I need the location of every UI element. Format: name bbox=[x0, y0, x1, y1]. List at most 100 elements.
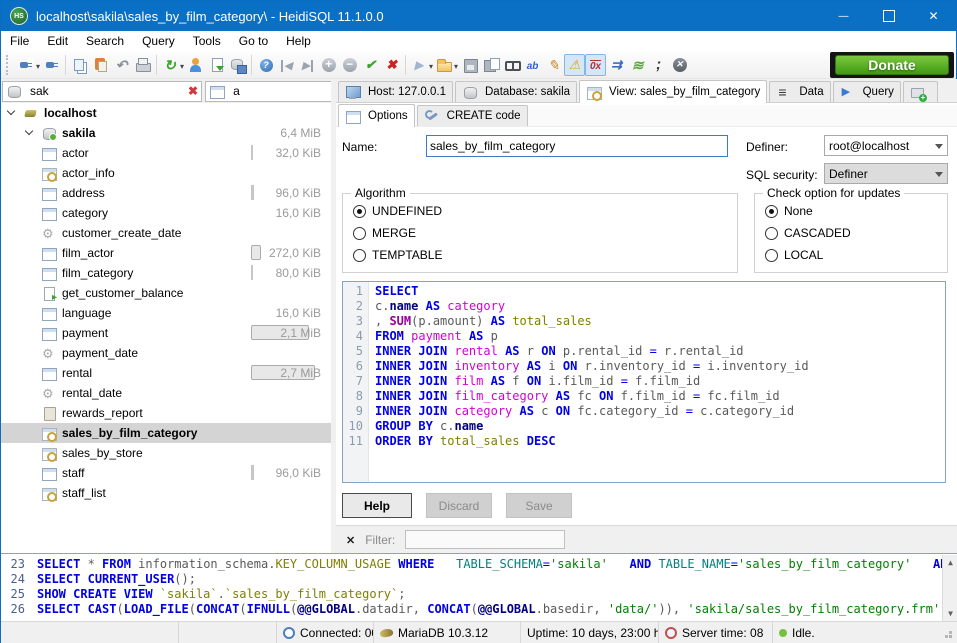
radio-icon[interactable] bbox=[353, 205, 366, 218]
scroll-up-icon[interactable] bbox=[943, 555, 957, 570]
tree-item-language[interactable]: language16,0 KiB bbox=[1, 303, 331, 323]
resize-grip[interactable] bbox=[949, 635, 952, 638]
view-name-input[interactable] bbox=[426, 135, 728, 157]
tab-view-sales-by-film-category[interactable]: View: sales_by_film_category bbox=[579, 80, 767, 103]
radio-local[interactable]: LOCAL bbox=[765, 244, 947, 266]
save-as-icon[interactable] bbox=[480, 54, 501, 76]
open-file-icon[interactable] bbox=[434, 54, 459, 76]
copy-icon[interactable] bbox=[69, 54, 90, 76]
maximize-button[interactable] bbox=[866, 1, 911, 31]
stop-icon[interactable] bbox=[669, 54, 690, 76]
find-icon[interactable] bbox=[501, 54, 522, 76]
tree-item-address[interactable]: address96,0 KiB bbox=[1, 183, 331, 203]
donate-button[interactable]: Donate bbox=[835, 55, 949, 75]
tree-item-payment[interactable]: payment2,1 MiB bbox=[1, 323, 331, 343]
radio-icon[interactable] bbox=[765, 249, 778, 262]
tree-item-rewards-report[interactable]: rewards_report bbox=[1, 403, 331, 423]
tree-item-staff-list[interactable]: staff_list bbox=[1, 483, 331, 503]
radio-merge[interactable]: MERGE bbox=[353, 222, 737, 244]
save-button[interactable]: Save bbox=[506, 493, 572, 518]
go-first-icon[interactable] bbox=[276, 54, 297, 76]
sync-database-icon[interactable] bbox=[227, 54, 248, 76]
tree-item-category[interactable]: category16,0 KiB bbox=[1, 203, 331, 223]
sql-editor[interactable]: 1SELECT2c.name AS category3, SUM(p.amoun… bbox=[342, 281, 946, 483]
radio-cascaded[interactable]: CASCADED bbox=[765, 222, 947, 244]
tree-item-sales-by-store[interactable]: sales_by_store bbox=[1, 443, 331, 463]
dropdown-arrow-icon[interactable] bbox=[453, 56, 458, 74]
tree-item-customer-create-date[interactable]: customer_create_date bbox=[1, 223, 331, 243]
close-filter-icon[interactable] bbox=[346, 533, 355, 547]
tree-item-rental-date[interactable]: rental_date bbox=[1, 383, 331, 403]
tab-database-sakila[interactable]: Database: sakila bbox=[455, 81, 577, 102]
dropdown-arrow-icon[interactable] bbox=[35, 56, 40, 74]
radio-icon[interactable] bbox=[353, 249, 366, 262]
menu-help[interactable]: Help bbox=[277, 31, 320, 51]
menu-go-to[interactable]: Go to bbox=[230, 31, 277, 51]
chevron-expanded-icon[interactable] bbox=[7, 107, 15, 115]
radio-icon[interactable] bbox=[353, 227, 366, 240]
menu-tools[interactable]: Tools bbox=[184, 31, 230, 51]
radio-icon[interactable] bbox=[765, 227, 778, 240]
radio-none[interactable]: None bbox=[765, 200, 947, 222]
menu-query[interactable]: Query bbox=[133, 31, 184, 51]
reformat-icon[interactable] bbox=[543, 54, 564, 76]
connect-icon[interactable] bbox=[16, 54, 41, 76]
chevron-expanded-icon[interactable] bbox=[25, 127, 33, 135]
filter-input[interactable] bbox=[405, 530, 565, 549]
reconnect-icon[interactable] bbox=[627, 54, 648, 76]
tab-data[interactable]: Data bbox=[769, 81, 830, 102]
tree-item-actor[interactable]: actor32,0 KiB bbox=[1, 143, 331, 163]
help-button[interactable]: Help bbox=[342, 493, 412, 518]
tab-create-code[interactable]: CREATE code bbox=[417, 105, 528, 126]
save-icon[interactable] bbox=[459, 54, 480, 76]
database-filter-input[interactable] bbox=[30, 84, 185, 98]
export-database-icon[interactable] bbox=[206, 54, 227, 76]
delimiter-icon[interactable] bbox=[648, 54, 669, 76]
go-last-icon[interactable] bbox=[297, 54, 318, 76]
undo-icon[interactable] bbox=[111, 54, 132, 76]
definer-select[interactable]: root@localhost bbox=[824, 135, 948, 156]
refresh-icon[interactable] bbox=[160, 54, 185, 76]
hex-icon[interactable] bbox=[585, 54, 606, 76]
tree-item-payment-date[interactable]: payment_date bbox=[1, 343, 331, 363]
add-icon[interactable] bbox=[318, 54, 339, 76]
paste-icon[interactable] bbox=[90, 54, 111, 76]
menu-file[interactable]: File bbox=[1, 31, 38, 51]
warnings-icon[interactable] bbox=[564, 54, 585, 76]
disconnect-icon[interactable] bbox=[41, 54, 62, 76]
menu-edit[interactable]: Edit bbox=[38, 31, 77, 51]
tree-item-get-customer-balance[interactable]: get_customer_balance bbox=[1, 283, 331, 303]
dropdown-arrow-icon[interactable] bbox=[179, 56, 184, 74]
tree-item-rental[interactable]: rental2,7 MiB bbox=[1, 363, 331, 383]
user-manager-icon[interactable] bbox=[185, 54, 206, 76]
tree-item-staff[interactable]: staff96,0 KiB bbox=[1, 463, 331, 483]
discard-button[interactable]: Discard bbox=[426, 493, 492, 518]
next-result-icon[interactable] bbox=[606, 54, 627, 76]
radio-temptable[interactable]: TEMPTABLE bbox=[353, 244, 737, 266]
tab-options[interactable]: Options bbox=[338, 104, 415, 127]
remove-icon[interactable] bbox=[339, 54, 360, 76]
tree-item-sales-by-film-category[interactable]: sales_by_film_category bbox=[1, 423, 331, 443]
execute-sql-icon[interactable] bbox=[409, 54, 434, 76]
clear-database-filter-icon[interactable] bbox=[188, 82, 198, 100]
cancel-icon[interactable] bbox=[381, 54, 402, 76]
tree-item-actor-info[interactable]: actor_info bbox=[1, 163, 331, 183]
tree-item-sakila[interactable]: sakila6,4 MiB bbox=[1, 123, 331, 143]
tab-new-query[interactable] bbox=[903, 81, 938, 102]
tab-host-127-0-0-1[interactable]: Host: 127.0.0.1 bbox=[338, 81, 453, 102]
sql-security-select[interactable]: Definer bbox=[824, 163, 948, 184]
close-button[interactable] bbox=[911, 1, 956, 31]
tree-item-film-category[interactable]: film_category80,0 KiB bbox=[1, 263, 331, 283]
tree-item-localhost[interactable]: localhost bbox=[1, 103, 331, 123]
menu-search[interactable]: Search bbox=[77, 31, 133, 51]
help-icon[interactable] bbox=[255, 54, 276, 76]
dropdown-arrow-icon[interactable] bbox=[428, 56, 433, 74]
tree-item-film-actor[interactable]: film_actor272,0 KiB bbox=[1, 243, 331, 263]
radio-icon[interactable] bbox=[765, 205, 778, 218]
radio-undefined[interactable]: UNDEFINED bbox=[353, 200, 737, 222]
apply-icon[interactable] bbox=[360, 54, 381, 76]
minimize-button[interactable] bbox=[821, 1, 866, 31]
replace-icon[interactable] bbox=[522, 54, 543, 76]
log-scrollbar[interactable] bbox=[942, 555, 957, 621]
tab-query[interactable]: Query bbox=[833, 81, 901, 102]
